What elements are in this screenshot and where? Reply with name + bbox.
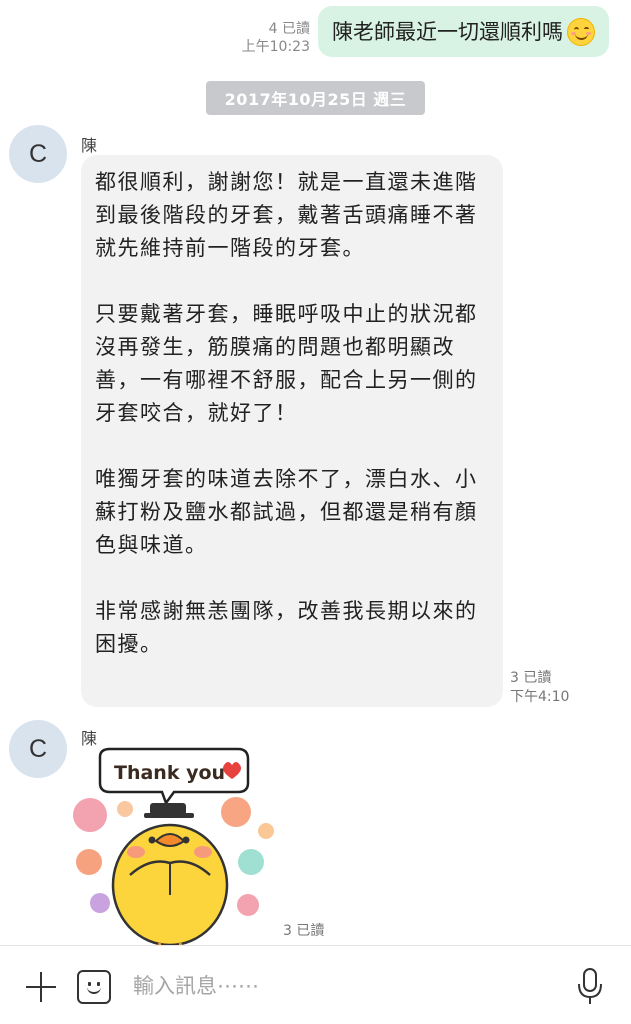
thank-you-chick-sticker[interactable]: Thank you <box>70 745 280 945</box>
outgoing-meta: 4 已讀 上午10:23 <box>242 20 310 56</box>
chat-area[interactable]: 4 已讀 上午10:23 陳老師最近一切還順利嗎 2017年10月25日 週三 … <box>0 0 631 945</box>
read-status: 3 已讀 <box>510 670 552 686</box>
incoming-meta: 3 已讀 下午4:10 <box>510 669 569 707</box>
date-divider: 2017年10月25日 週三 <box>206 81 425 115</box>
sticker-read-status: 3 已讀 <box>283 923 325 939</box>
sticker-text: Thank you <box>114 762 225 784</box>
message-paragraph: 非常感謝無恙團隊，改善我長期以來的困擾。 <box>95 599 478 656</box>
outgoing-message-text: 陳老師最近一切還順利嗎 <box>332 20 563 44</box>
avatar[interactable]: C <box>9 125 67 183</box>
avatar[interactable]: C <box>9 720 67 778</box>
message-time: 上午10:23 <box>241 39 310 55</box>
outgoing-message-row: 4 已讀 上午10:23 陳老師最近一切還順利嗎 <box>242 6 609 57</box>
outgoing-message-bubble[interactable]: 陳老師最近一切還順利嗎 <box>318 6 609 57</box>
message-paragraph: 都很順利，謝謝您！就是一直還未進階到最後階段的牙套，戴著舌頭痛睡不著就先維持前一… <box>95 170 478 260</box>
read-status: 4 已讀 <box>268 21 310 37</box>
sender-name: 陳 <box>81 136 98 155</box>
emoji-icon[interactable] <box>77 970 111 1004</box>
incoming-message-bubble[interactable]: 都很順利，謝謝您！就是一直還未進階到最後階段的牙套，戴著舌頭痛睡不著就先維持前一… <box>81 155 503 707</box>
plus-icon[interactable] <box>24 970 58 1004</box>
message-paragraph: 唯獨牙套的味道去除不了，漂白水、小蘇打粉及鹽水都試過，但都還是稍有顏色與味道。 <box>95 467 478 557</box>
message-input[interactable] <box>133 966 553 1006</box>
smiling-face-icon <box>567 18 595 46</box>
microphone-icon[interactable] <box>574 966 606 1006</box>
message-time: 下午4:10 <box>510 689 570 705</box>
message-paragraph: 只要戴著牙套，睡眠呼吸中止的狀況都沒再發生，筋膜痛的問題也都明顯改善，一有哪裡不… <box>95 302 478 425</box>
